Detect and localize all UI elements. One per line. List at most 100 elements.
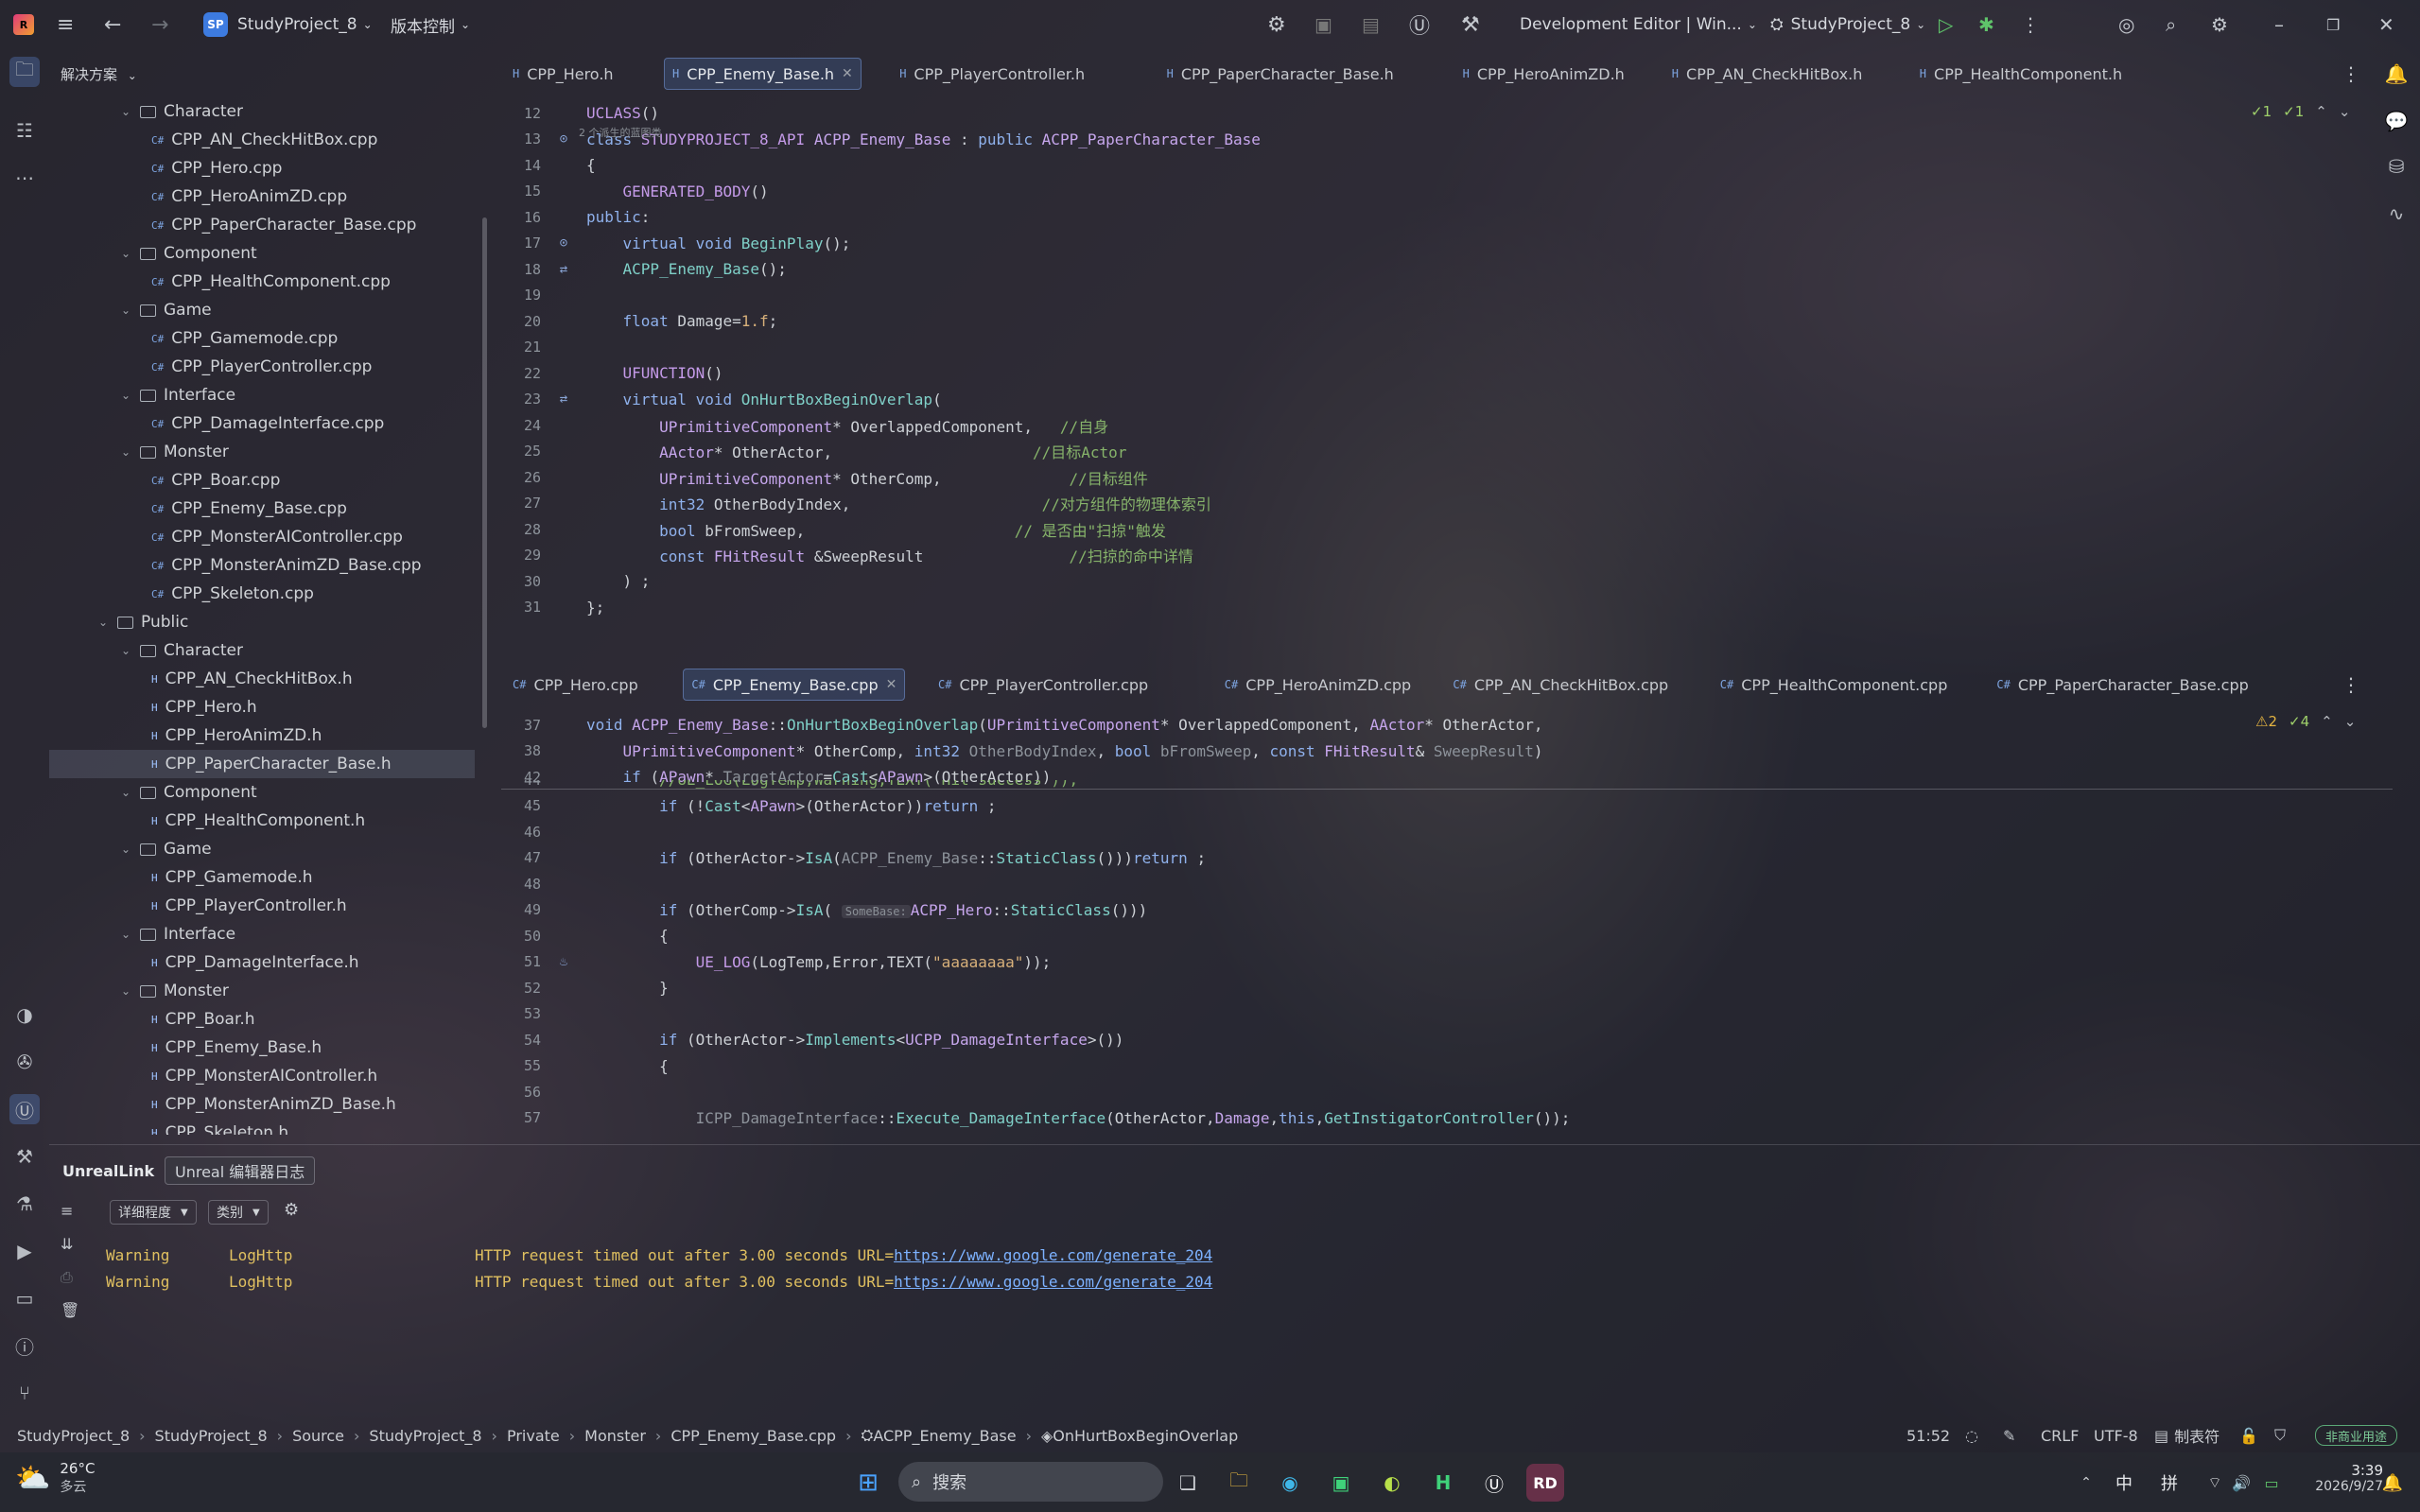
task-view-icon[interactable]: ❏ bbox=[1169, 1464, 1207, 1502]
scroll-to-end-icon[interactable]: ⇊ bbox=[61, 1235, 73, 1253]
more-horizontal-icon[interactable]: ⋯ bbox=[9, 163, 40, 193]
editor-tab[interactable]: C# CPP_HealthComponent.cpp bbox=[1720, 666, 1948, 704]
edge-browser-icon[interactable]: ◉ bbox=[1271, 1464, 1309, 1502]
editor-tab[interactable]: H CPP_PlayerController.h bbox=[899, 55, 1085, 93]
sticky-scope-header[interactable]: 37 void ACPP_Enemy_Base::OnHurtBoxBeginOv… bbox=[501, 712, 2393, 790]
battery-icon[interactable]: ▭ bbox=[2253, 1464, 2290, 1502]
tree-file[interactable]: H CPP_MonsterAIController.h bbox=[49, 1062, 475, 1090]
ai-assistant-icon[interactable]: ◎ bbox=[2118, 0, 2134, 49]
notification-center-icon[interactable]: 🔔 bbox=[2374, 1464, 2411, 1502]
back-arrow-icon[interactable]: ← bbox=[104, 0, 121, 49]
tree-file[interactable]: H CPP_DamageInterface.h bbox=[49, 948, 475, 977]
tree-folder[interactable]: ⌄ Character bbox=[49, 636, 475, 665]
settings-gear-icon[interactable]: ⚙ bbox=[2211, 0, 2228, 49]
tree-folder[interactable]: ⌄ Component bbox=[49, 778, 475, 807]
editor-tab[interactable]: C# CPP_HeroAnimZD.cpp bbox=[1225, 666, 1411, 704]
hammer-tool-icon[interactable]: ⚒ bbox=[9, 1141, 40, 1172]
tree-folder[interactable]: ⌄ Game bbox=[49, 296, 475, 324]
tree-file[interactable]: C# CPP_MonsterAnimZD_Base.cpp bbox=[49, 551, 475, 580]
tray-expand-icon[interactable]: ⌃ bbox=[2067, 1464, 2105, 1502]
clock[interactable]: 3:39 2026/9/27 bbox=[2307, 1462, 2383, 1494]
git-icon[interactable]: ⑂ bbox=[9, 1378, 40, 1408]
tree-file[interactable]: H CPP_Boar.h bbox=[49, 1005, 475, 1034]
verbosity-filter-dropdown[interactable]: 详细程度 ▼ bbox=[110, 1200, 197, 1225]
editor-tab[interactable]: C# CPP_Enemy_Base.cpp ✕ bbox=[683, 669, 906, 701]
shield-icon[interactable]: ⛉ bbox=[2274, 1418, 2286, 1452]
category-filter-dropdown[interactable]: 类别 ▼ bbox=[208, 1200, 269, 1225]
breadcrumb-item[interactable]: StudyProject_8 bbox=[155, 1427, 268, 1445]
breadcrumb-item[interactable]: Private bbox=[507, 1427, 560, 1445]
file-explorer-icon[interactable]: 🗀 bbox=[1220, 1464, 1258, 1502]
explorer-folder-icon[interactable]: 🗀 bbox=[9, 57, 40, 87]
gutter-marker-icon[interactable]: ⇄ bbox=[541, 391, 586, 407]
tree-file[interactable]: C# CPP_AN_CheckHitBox.cpp bbox=[49, 126, 475, 154]
tree-file[interactable]: C# CPP_PlayerController.cpp bbox=[49, 353, 475, 381]
close-tab-icon[interactable]: ✕ bbox=[886, 677, 897, 692]
windows-start-icon[interactable]: ⊞ bbox=[849, 1464, 887, 1502]
tree-file[interactable]: C# CPP_HeroAnimZD.cpp bbox=[49, 182, 475, 211]
tree-file[interactable]: C# CPP_MonsterAIController.cpp bbox=[49, 523, 475, 551]
tree-file[interactable]: C# CPP_Enemy_Base.cpp bbox=[49, 495, 475, 523]
lock-icon[interactable]: 🔓 bbox=[2239, 1418, 2258, 1452]
performance-icon[interactable]: ∿ bbox=[2381, 199, 2411, 229]
debug-icon[interactable]: ✱ bbox=[1978, 0, 1994, 49]
tree-file[interactable]: H CPP_Enemy_Base.h bbox=[49, 1034, 475, 1062]
breadcrumb-item[interactable]: Source bbox=[292, 1427, 344, 1445]
explorer-scrollbar[interactable] bbox=[482, 217, 487, 728]
unreal-link-status-icon[interactable]: ⚙ bbox=[1267, 0, 1286, 49]
editor-tab[interactable]: H CPP_Enemy_Base.h ✕ bbox=[664, 58, 862, 90]
unreal-engine-app-icon[interactable]: Ⓤ bbox=[1475, 1464, 1513, 1502]
rider-app-icon[interactable]: RD bbox=[1526, 1464, 1564, 1502]
terminal-icon[interactable]: ▭ bbox=[9, 1283, 40, 1313]
vcs-status-icon[interactable]: ◌ bbox=[1965, 1418, 1978, 1452]
terminal-app-icon[interactable]: ▣ bbox=[1322, 1464, 1360, 1502]
tab-unreallink[interactable]: UnrealLink bbox=[53, 1156, 164, 1185]
tree-file[interactable]: C# CPP_Gamemode.cpp bbox=[49, 324, 475, 353]
editor-tab[interactable]: H CPP_PaperCharacter_Base.h bbox=[1167, 55, 1394, 93]
cursor-position[interactable]: 51:52 bbox=[1906, 1418, 1950, 1452]
solution-target-selector[interactable]: ⛭ StudyProject_8 ⌄ bbox=[1770, 0, 1925, 49]
file-encoding[interactable]: UTF-8 bbox=[2094, 1418, 2138, 1452]
build-icon[interactable]: ▣ bbox=[1314, 0, 1332, 49]
settings-gear-icon[interactable]: ⚙ bbox=[284, 1200, 299, 1220]
tree-file[interactable]: H CPP_Gamemode.h bbox=[49, 863, 475, 892]
tree-file[interactable]: H CPP_Hero.h bbox=[49, 693, 475, 721]
main-menu-icon[interactable]: ≡ bbox=[57, 0, 74, 49]
services-icon[interactable]: ◑ bbox=[9, 999, 40, 1030]
gutter-marker-icon[interactable]: ⇄ bbox=[541, 262, 586, 277]
tree-file[interactable]: H CPP_PlayerController.h bbox=[49, 892, 475, 920]
license-status[interactable]: 非商业用途 bbox=[2315, 1418, 2398, 1452]
editor-tab[interactable]: H CPP_AN_CheckHitBox.h bbox=[1672, 55, 1863, 93]
close-window-icon[interactable]: ✕ bbox=[2378, 0, 2394, 49]
wrap-lines-icon[interactable]: ≡ bbox=[61, 1202, 73, 1220]
breadcrumb-item[interactable]: OnHurtBoxBeginOverlap bbox=[1053, 1427, 1238, 1445]
tree-file[interactable]: H CPP_Skeleton.h bbox=[49, 1119, 475, 1135]
hbuilder-app-icon[interactable]: H bbox=[1424, 1464, 1462, 1502]
tree-folder[interactable]: ⌄ Game bbox=[49, 835, 475, 863]
trash-icon[interactable]: 🗑 bbox=[61, 1301, 79, 1319]
build-tool-icon[interactable]: ✇ bbox=[9, 1047, 40, 1077]
breadcrumb-item[interactable]: CPP_Enemy_Base.cpp bbox=[670, 1427, 836, 1445]
line-ending[interactable]: CRLF bbox=[2041, 1418, 2079, 1452]
tree-file[interactable]: H CPP_PaperCharacter_Base.h bbox=[49, 750, 475, 778]
header-code-editor[interactable]: 12 UCLASS() 13 ⊙ class STUDYPROJECT_8_API AC… bbox=[501, 100, 2374, 630]
breadcrumb-item[interactable]: StudyProject_8 bbox=[17, 1427, 130, 1445]
log-entry[interactable]: Warning LogHttp HTTP request timed out aft… bbox=[106, 1243, 1212, 1268]
log-url-link[interactable]: https://www.google.com/generate_204 bbox=[894, 1273, 1212, 1291]
source-code-editor[interactable]: 44 //UE_LOG(LogTemp,Warning,TEXT("Hit su… bbox=[501, 780, 2374, 1139]
tree-folder[interactable]: ⌄ Interface bbox=[49, 920, 475, 948]
tree-folder[interactable]: ⌄ Public bbox=[49, 608, 475, 636]
tree-file[interactable]: C# CPP_HealthComponent.cpp bbox=[49, 268, 475, 296]
tree-file[interactable]: C# CPP_Skeleton.cpp bbox=[49, 580, 475, 608]
tree-file[interactable]: C# CPP_DamageInterface.cpp bbox=[49, 409, 475, 438]
run-configuration-selector[interactable]: Development Editor | Win... ⌄ bbox=[1520, 0, 1757, 49]
tree-file[interactable]: C# CPP_Boar.cpp bbox=[49, 466, 475, 495]
editor-tab[interactable]: H CPP_HealthComponent.h bbox=[1920, 55, 2122, 93]
tree-file[interactable]: C# CPP_Hero.cpp bbox=[49, 154, 475, 182]
log-entry[interactable]: Warning LogHttp HTTP request timed out aft… bbox=[106, 1269, 1212, 1295]
ime-pinyin[interactable]: 拼 bbox=[2150, 1464, 2188, 1502]
tree-folder[interactable]: ⌄ Monster bbox=[49, 438, 475, 466]
problems-icon[interactable]: ⓘ bbox=[9, 1330, 40, 1361]
notifications-bell-icon[interactable]: 🔔 bbox=[2381, 59, 2411, 89]
gutter-marker-icon[interactable]: ⊙ bbox=[541, 235, 586, 251]
